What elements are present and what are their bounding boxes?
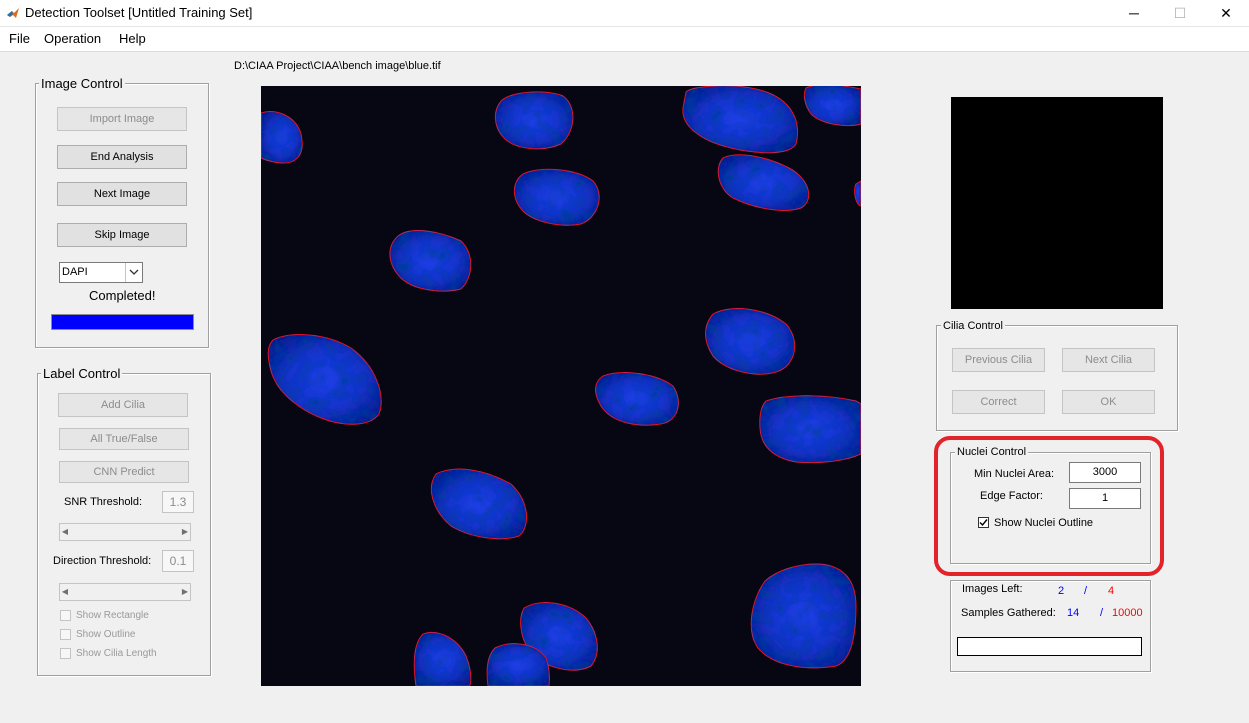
next-image-button[interactable]: Next Image xyxy=(57,182,187,206)
label-control-title: Label Control xyxy=(41,366,123,381)
slider-right-arrow-icon[interactable]: ▶ xyxy=(180,524,190,540)
channel-dropdown-arrow[interactable] xyxy=(125,263,142,282)
show-outline-label: Show Outline xyxy=(76,629,136,640)
snr-slider[interactable]: ◀ ▶ xyxy=(59,523,191,541)
images-left-total: 4 xyxy=(1108,585,1115,597)
nuclei-outlines xyxy=(261,86,861,686)
menu-operation[interactable]: Operation xyxy=(44,31,101,46)
direction-threshold-label: Direction Threshold: xyxy=(53,555,152,567)
images-left-sep: / xyxy=(1084,585,1088,597)
show-nuclei-outline-label: Show Nuclei Outline xyxy=(994,517,1094,529)
import-image-button[interactable]: Import Image xyxy=(57,107,187,131)
slider-right-arrow-icon[interactable]: ▶ xyxy=(180,584,190,600)
cilia-control-panel xyxy=(936,325,1178,431)
image-control-title: Image Control xyxy=(39,76,125,91)
cilia-control-title: Cilia Control xyxy=(941,320,1005,332)
image-path-label: D:\CIAA Project\CIAA\bench image\blue.ti… xyxy=(234,60,441,72)
image-canvas[interactable] xyxy=(261,86,861,686)
min-nuclei-area-label: Min Nuclei Area: xyxy=(974,468,1055,480)
cilia-preview xyxy=(951,97,1163,309)
show-cilia-length-checkbox[interactable] xyxy=(60,648,71,659)
skip-image-button[interactable]: Skip Image xyxy=(57,223,187,247)
edge-factor-input[interactable]: 1 xyxy=(1069,488,1141,509)
image-progress-bar xyxy=(51,314,194,330)
menu-file[interactable]: File xyxy=(9,31,30,46)
direction-threshold-input[interactable]: 0.1 xyxy=(162,550,194,572)
checkmark-icon xyxy=(979,519,988,527)
previous-cilia-button[interactable]: Previous Cilia xyxy=(952,348,1045,372)
edge-factor-label: Edge Factor: xyxy=(980,490,1043,502)
channel-select-value: DAPI xyxy=(62,266,88,278)
samples-gathered-total: 10000 xyxy=(1112,607,1143,619)
direction-slider[interactable]: ◀ ▶ xyxy=(59,583,191,601)
show-outline-checkbox[interactable] xyxy=(60,629,71,640)
chevron-down-icon xyxy=(129,269,139,275)
matlab-logo-icon xyxy=(7,8,19,18)
menu-bar: File Operation Help xyxy=(0,27,1249,52)
menu-help[interactable]: Help xyxy=(119,31,146,46)
nuclei-image xyxy=(261,86,861,686)
slider-left-arrow-icon[interactable]: ◀ xyxy=(60,584,70,600)
samples-progress-bar xyxy=(957,637,1142,656)
images-left-label: Images Left: xyxy=(962,583,1023,595)
correct-button[interactable]: Correct xyxy=(952,390,1045,414)
snr-threshold-label: SNR Threshold: xyxy=(64,496,143,508)
end-analysis-button[interactable]: End Analysis xyxy=(57,145,187,169)
samples-gathered-label: Samples Gathered: xyxy=(961,607,1056,619)
snr-threshold-input[interactable]: 1.3 xyxy=(162,491,194,513)
show-rectangle-label: Show Rectangle xyxy=(76,610,149,621)
title-bar: Detection Toolset [Untitled Training Set… xyxy=(0,0,1249,27)
window-title: Detection Toolset [Untitled Training Set… xyxy=(25,5,253,20)
next-cilia-button[interactable]: Next Cilia xyxy=(1062,348,1155,372)
show-cilia-length-label: Show Cilia Length xyxy=(76,648,157,659)
channel-select[interactable]: DAPI xyxy=(59,262,143,283)
ok-button[interactable]: OK xyxy=(1062,390,1155,414)
image-progress-fill xyxy=(52,315,193,329)
cnn-predict-button[interactable]: CNN Predict xyxy=(59,461,189,483)
samples-gathered-sep: / xyxy=(1100,607,1104,619)
show-rectangle-checkbox[interactable] xyxy=(60,610,71,621)
close-button[interactable]: ✕ xyxy=(1203,0,1249,26)
all-true-false-button[interactable]: All True/False xyxy=(59,428,189,450)
status-text: Completed! xyxy=(89,288,156,303)
add-cilia-button[interactable]: Add Cilia xyxy=(58,393,188,417)
nuclei-control-title: Nuclei Control xyxy=(955,446,1029,458)
samples-gathered-done: 14 xyxy=(1067,607,1080,619)
minimize-button[interactable]: ─ xyxy=(1111,0,1157,26)
slider-left-arrow-icon[interactable]: ◀ xyxy=(60,524,70,540)
images-left-done: 2 xyxy=(1058,585,1065,597)
min-nuclei-area-input[interactable]: 3000 xyxy=(1069,462,1141,483)
show-nuclei-outline-checkbox[interactable] xyxy=(978,517,989,528)
maximize-button[interactable]: ☐ xyxy=(1157,0,1203,26)
